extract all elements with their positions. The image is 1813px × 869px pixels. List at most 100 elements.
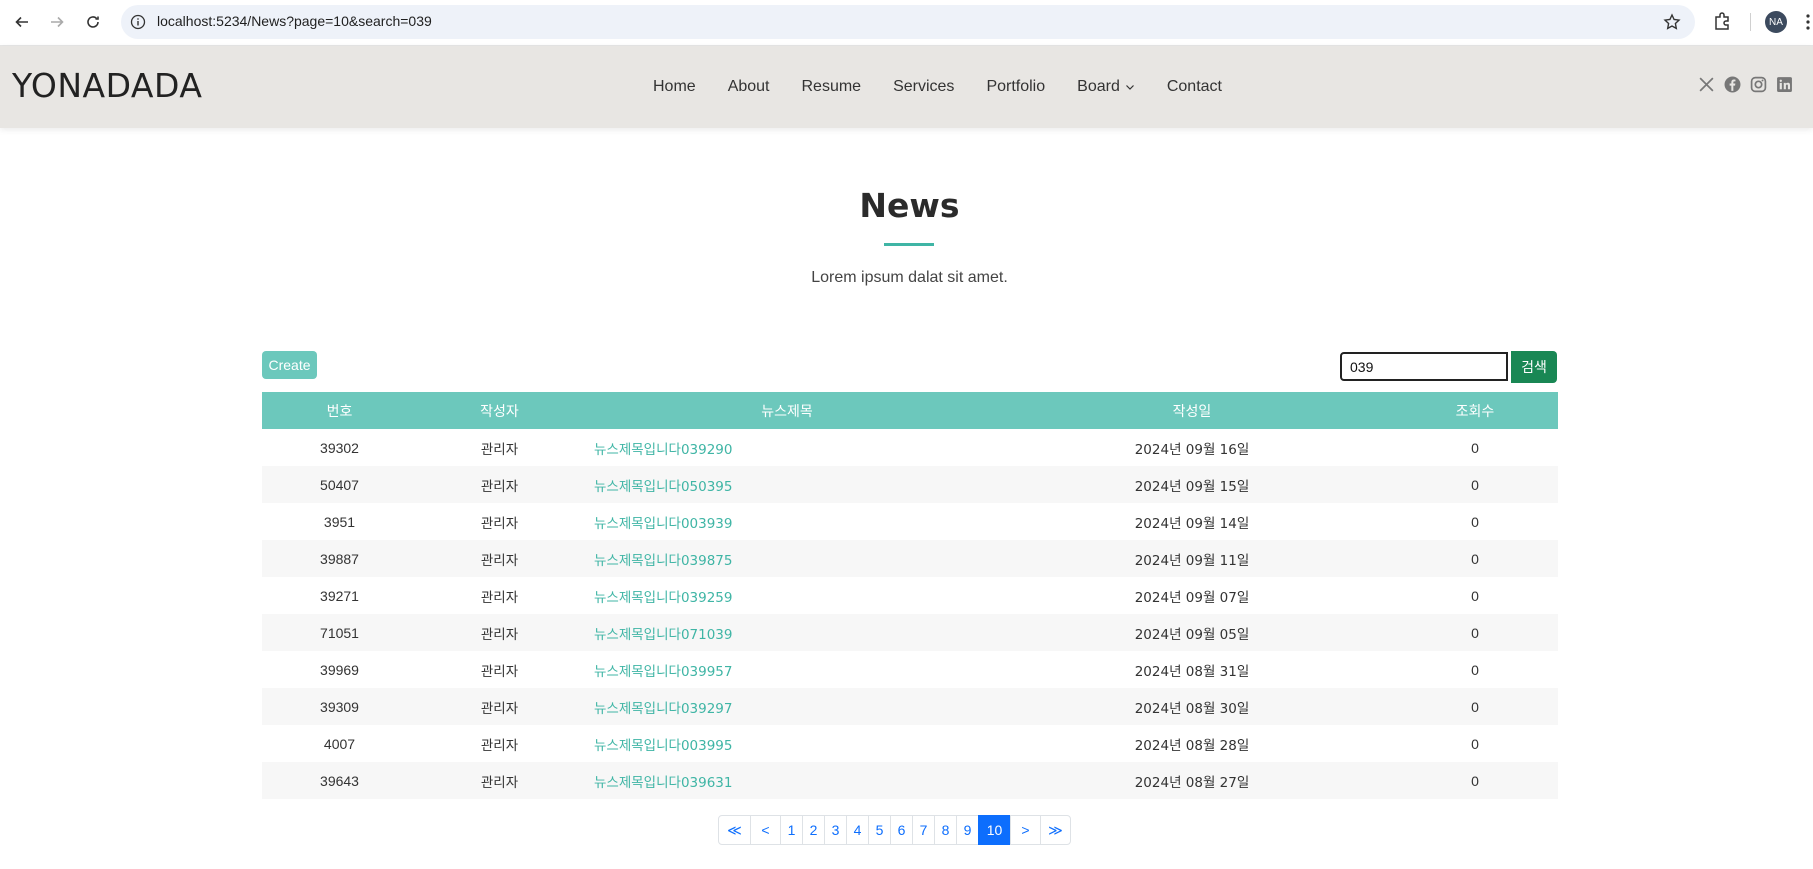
row-views: 0	[1471, 439, 1479, 456]
page-last[interactable]: ≫	[1040, 815, 1071, 845]
nav-contact[interactable]: Contact	[1167, 78, 1222, 96]
row-writer: 관리자	[480, 626, 519, 643]
chevron-down-icon	[1125, 85, 1134, 90]
row-title-cell: 뉴스제목입니다039290	[582, 429, 992, 466]
extensions-icon[interactable]	[1712, 11, 1732, 31]
reload-icon[interactable]	[81, 10, 105, 34]
header-number: 번호	[326, 403, 353, 420]
bookmark-star-icon[interactable]	[1663, 13, 1681, 31]
row-date: 2024년 08월 31일	[1134, 663, 1250, 680]
page-2[interactable]: 2	[802, 815, 825, 845]
page-1[interactable]: 1	[780, 815, 803, 845]
row-title-cell: 뉴스제목입니다003995	[582, 725, 992, 762]
page-title: News	[859, 186, 960, 225]
profile-avatar[interactable]: NA	[1765, 11, 1787, 33]
news-title-link[interactable]: 뉴스제목입니다039259	[594, 590, 732, 606]
search-button[interactable]: 검색	[1511, 351, 1557, 383]
site-logo[interactable]: YONADADA	[12, 66, 202, 105]
row-title-cell: 뉴스제목입니다050395	[582, 466, 992, 503]
row-title-cell: 뉴스제목입니다039875	[582, 540, 992, 577]
row-number: 39887	[320, 550, 359, 567]
news-title-link[interactable]: 뉴스제목입니다039297	[594, 701, 732, 717]
back-arrow-icon[interactable]	[10, 10, 34, 34]
news-title-link[interactable]: 뉴스제목입니다039631	[594, 775, 732, 791]
create-button[interactable]: Create	[262, 351, 317, 379]
nav-about[interactable]: About	[728, 78, 770, 96]
news-title-link[interactable]: 뉴스제목입니다039290	[594, 442, 732, 458]
page-first[interactable]: ≪	[718, 815, 751, 845]
row-number: 39969	[320, 661, 359, 678]
row-writer: 관리자	[480, 552, 519, 569]
main-nav: Home About Resume Services Portfolio Boa…	[653, 78, 1254, 96]
news-title-link[interactable]: 뉴스제목입니다050395	[594, 479, 732, 495]
nav-resume[interactable]: Resume	[802, 78, 862, 96]
row-views: 0	[1471, 772, 1479, 789]
row-date: 2024년 08월 28일	[1134, 737, 1250, 754]
row-views: 0	[1471, 624, 1479, 641]
row-date: 2024년 09월 14일	[1134, 515, 1250, 532]
row-writer: 관리자	[480, 774, 519, 791]
page-9[interactable]: 9	[956, 815, 979, 845]
nav-home[interactable]: Home	[653, 78, 696, 96]
nav-portfolio[interactable]: Portfolio	[986, 78, 1045, 96]
nav-board[interactable]: Board	[1077, 78, 1135, 96]
row-title-cell: 뉴스제목입니다039297	[582, 688, 992, 725]
nav-services[interactable]: Services	[893, 78, 954, 96]
row-writer: 관리자	[480, 441, 519, 458]
row-number: 39643	[320, 772, 359, 789]
news-title-link[interactable]: 뉴스제목입니다003939	[594, 516, 732, 532]
row-views: 0	[1471, 587, 1479, 604]
row-views: 0	[1471, 735, 1479, 752]
page-6[interactable]: 6	[890, 815, 913, 845]
page-prev[interactable]: <	[750, 815, 781, 845]
table-row: 4007 관리자 뉴스제목입니다003995 2024년 08월 28일 0	[262, 725, 1558, 762]
x-icon[interactable]	[1697, 75, 1715, 93]
more-menu-icon[interactable]	[1805, 12, 1811, 32]
row-date: 2024년 09월 05일	[1134, 626, 1250, 643]
page-subtitle: Lorem ipsum dalat sit amet.	[811, 269, 1008, 286]
table-row: 71051 관리자 뉴스제목입니다071039 2024년 09월 05일 0	[262, 614, 1558, 651]
row-writer: 관리자	[480, 663, 519, 680]
news-table: 번호 작성자 뉴스제목 작성일 조회수 39302 관리자 뉴스제목입니다03929…	[262, 392, 1558, 799]
row-date: 2024년 09월 16일	[1134, 441, 1250, 458]
header-views: 조회수	[1455, 403, 1495, 420]
page-5[interactable]: 5	[868, 815, 891, 845]
page-next[interactable]: >	[1010, 815, 1041, 845]
row-number: 4007	[323, 735, 356, 752]
news-title-link[interactable]: 뉴스제목입니다039957	[594, 664, 732, 680]
page-3[interactable]: 3	[824, 815, 847, 845]
header-date: 작성일	[1172, 403, 1212, 420]
search-input[interactable]	[1340, 352, 1508, 381]
page-7[interactable]: 7	[912, 815, 935, 845]
page-4[interactable]: 4	[846, 815, 869, 845]
news-title-link[interactable]: 뉴스제목입니다039875	[594, 553, 732, 569]
news-title-link[interactable]: 뉴스제목입니다003995	[594, 738, 732, 754]
site-info-icon[interactable]	[130, 14, 146, 30]
row-title-cell: 뉴스제목입니다071039	[582, 614, 992, 651]
table-row: 39643 관리자 뉴스제목입니다039631 2024년 08월 27일 0	[262, 762, 1558, 799]
row-views: 0	[1471, 476, 1479, 493]
address-bar[interactable]: localhost:5234/News?page=10&search=039	[121, 5, 1695, 39]
row-number: 50407	[320, 476, 359, 493]
row-writer: 관리자	[480, 700, 519, 717]
row-date: 2024년 08월 27일	[1134, 774, 1250, 791]
facebook-icon[interactable]	[1723, 75, 1741, 93]
forward-arrow-icon[interactable]	[45, 10, 69, 34]
url-text: localhost:5234/News?page=10&search=039	[157, 13, 432, 29]
row-title-cell: 뉴스제목입니다039259	[582, 577, 992, 614]
page-10-active[interactable]: 10	[978, 815, 1011, 845]
nav-board-label: Board	[1077, 78, 1120, 95]
page-8[interactable]: 8	[934, 815, 957, 845]
title-underline	[884, 243, 934, 246]
row-title-cell: 뉴스제목입니다039631	[582, 762, 992, 799]
table-row: 39969 관리자 뉴스제목입니다039957 2024년 08월 31일 0	[262, 651, 1558, 688]
row-date: 2024년 09월 15일	[1134, 478, 1250, 495]
news-title-link[interactable]: 뉴스제목입니다071039	[594, 627, 732, 643]
row-date: 2024년 09월 11일	[1134, 552, 1250, 569]
row-writer: 관리자	[480, 589, 519, 606]
linkedin-icon[interactable]	[1775, 75, 1793, 93]
row-views: 0	[1471, 550, 1479, 567]
instagram-icon[interactable]	[1749, 75, 1767, 93]
header-writer: 작성자	[480, 403, 519, 420]
table-row: 39271 관리자 뉴스제목입니다039259 2024년 09월 07일 0	[262, 577, 1558, 614]
